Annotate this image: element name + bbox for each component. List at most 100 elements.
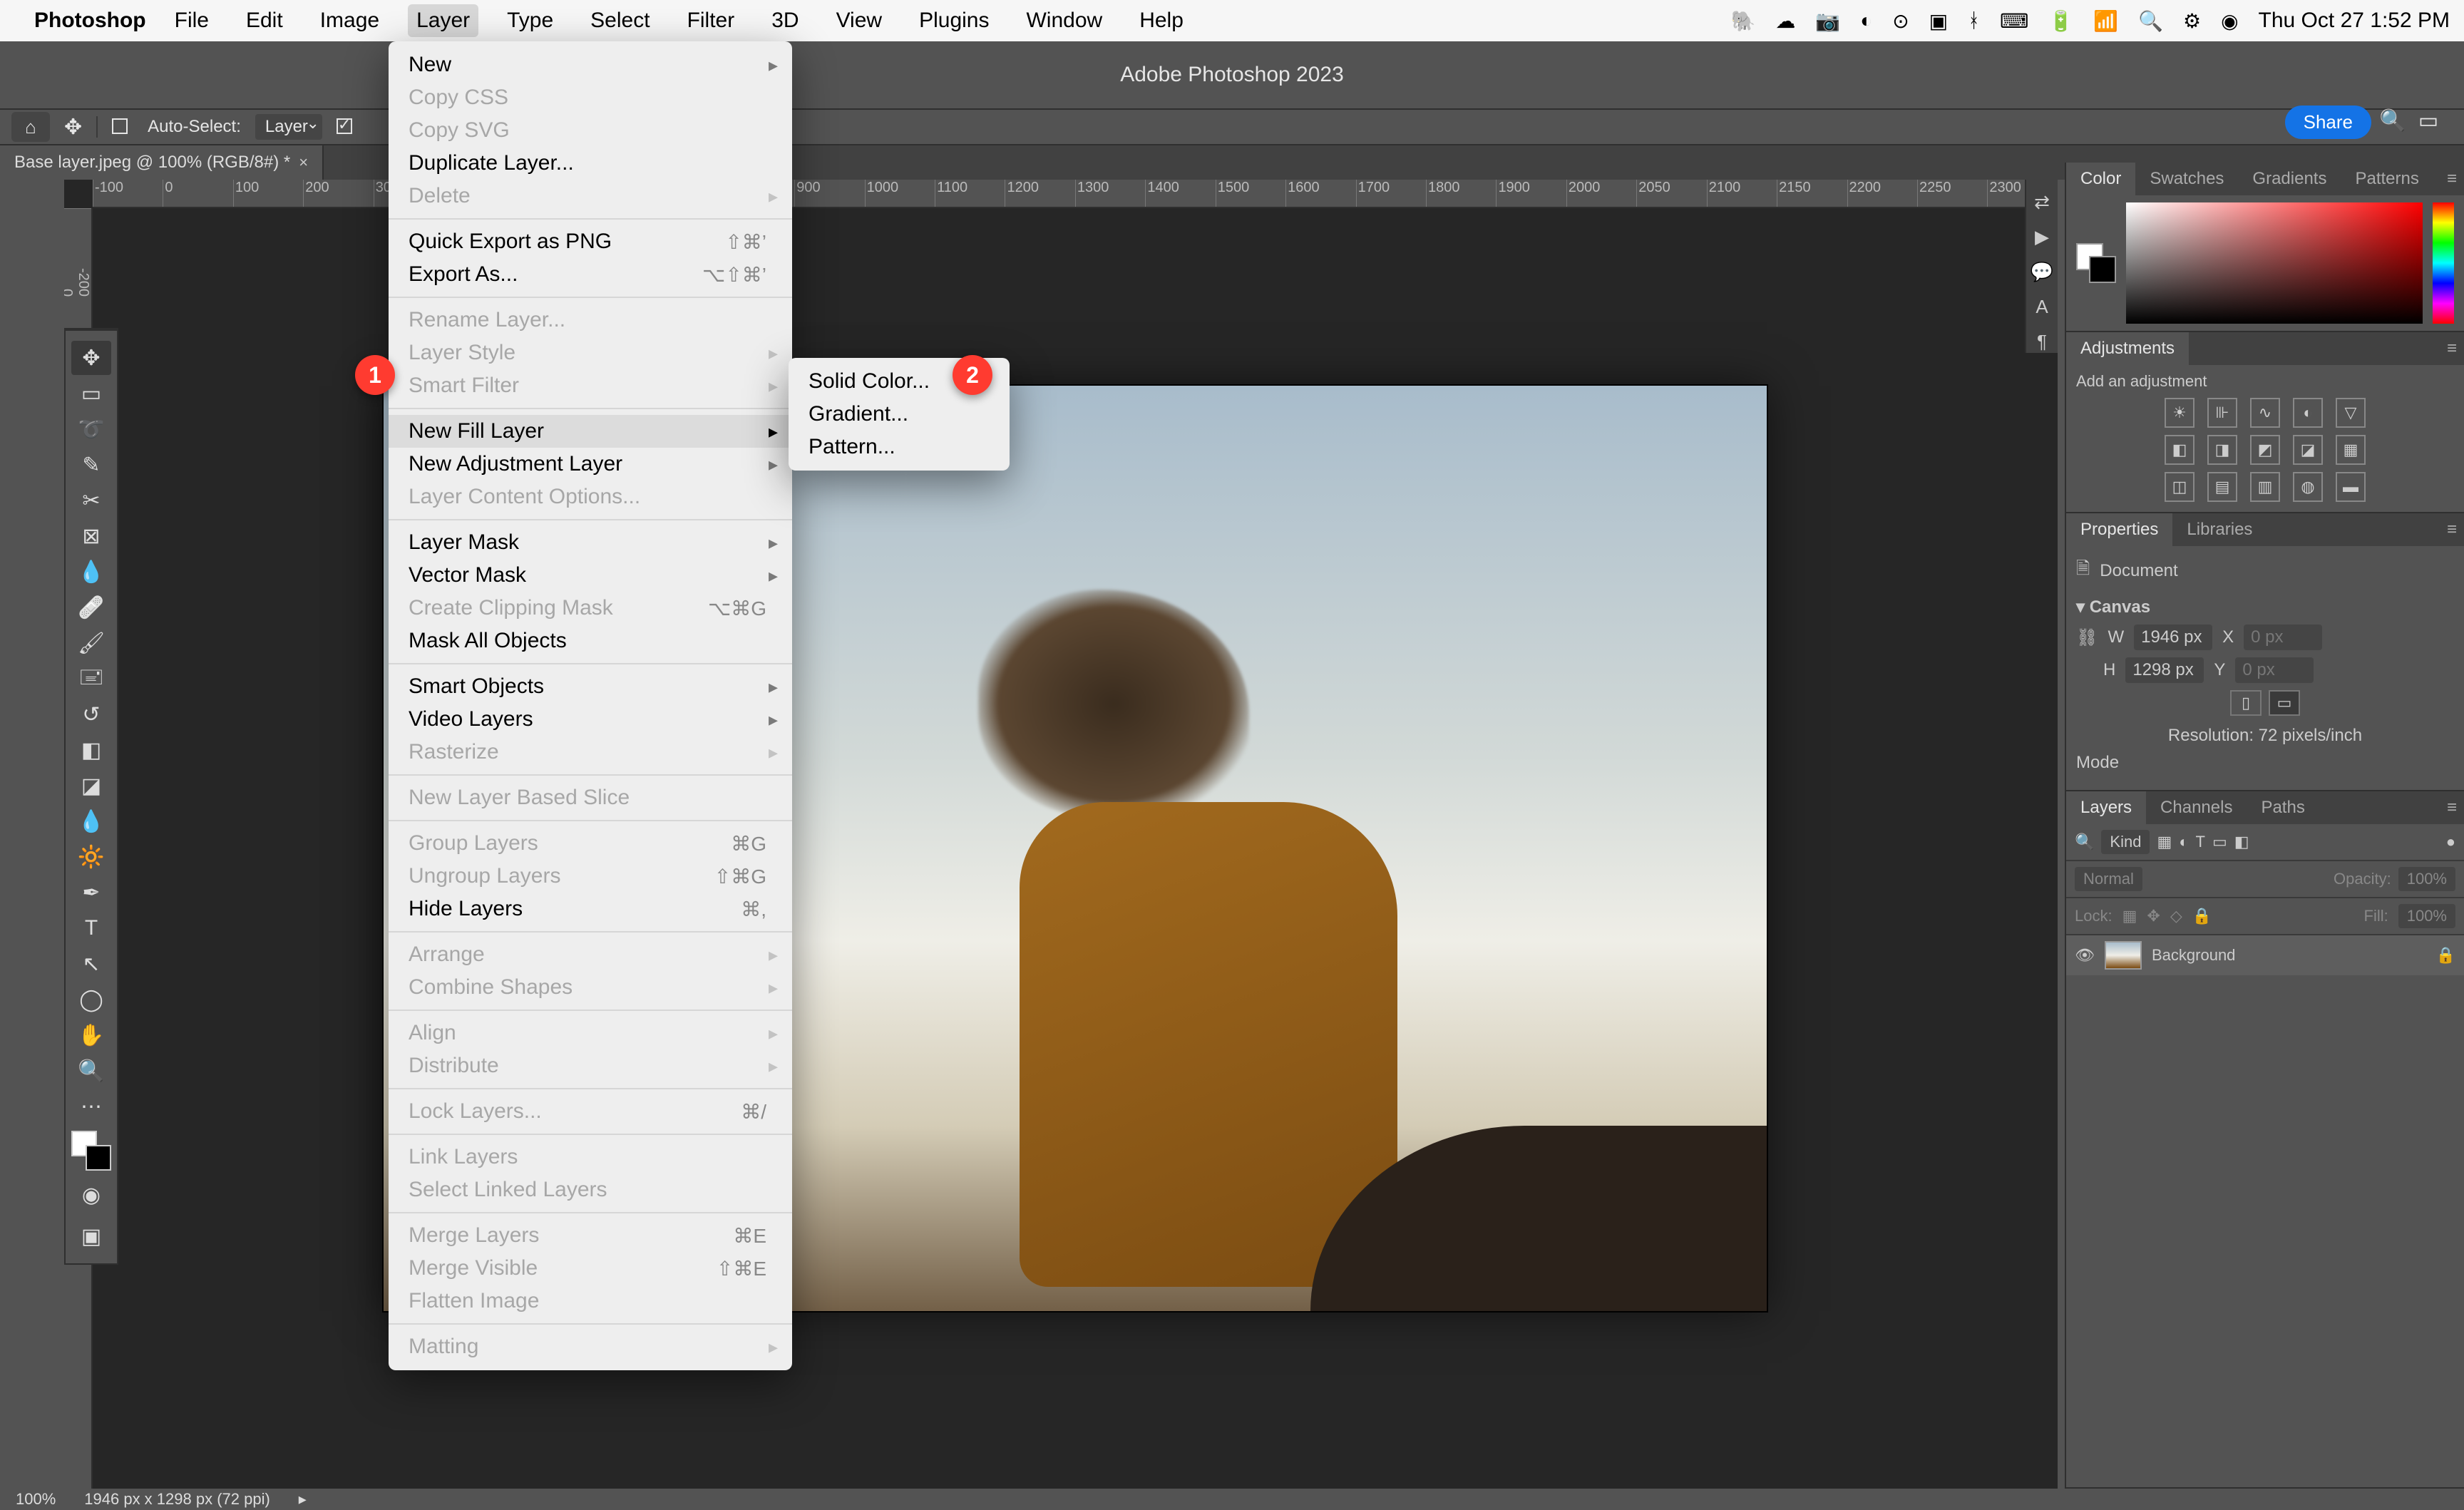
menu-layer[interactable]: Layer: [408, 4, 478, 37]
shape-tool[interactable]: ◯: [71, 982, 111, 1017]
filter-pixel-icon[interactable]: ▦: [2157, 833, 2172, 851]
adj-brightness-icon[interactable]: ☀: [2165, 398, 2194, 428]
layer-lock-icon[interactable]: 🔒: [2436, 946, 2455, 965]
home-button[interactable]: ⌂: [11, 112, 50, 142]
show-transform-checkbox[interactable]: [337, 117, 358, 137]
workspace-switcher-icon[interactable]: ▭: [2414, 108, 2443, 133]
brush-tool[interactable]: 🖌︎: [71, 626, 111, 660]
adj-threshold-icon[interactable]: ▥: [2250, 472, 2280, 502]
layer-visibility-icon[interactable]: 👁: [2075, 946, 2095, 965]
filter-adjust-icon[interactable]: ◐: [2179, 833, 2188, 851]
menu-plugins[interactable]: Plugins: [910, 4, 997, 37]
app-name[interactable]: Photoshop: [34, 9, 146, 33]
zoom-tool[interactable]: 🔍: [71, 1054, 111, 1088]
quick-mask-toggle[interactable]: ◉: [71, 1178, 111, 1212]
adj-hue-icon[interactable]: ◧: [2165, 435, 2194, 465]
bluetooth-icon[interactable]: ᚼ: [1968, 9, 1980, 32]
submenu-item-gradient[interactable]: Gradient...: [789, 398, 1010, 431]
menu-item-smart-objects[interactable]: Smart Objects: [389, 670, 792, 703]
auto-select-checkbox[interactable]: [112, 117, 133, 137]
menu-window[interactable]: Window: [1017, 4, 1111, 37]
doc-tab-0[interactable]: Base layer.jpeg @ 100% (RGB/8#) * ×: [0, 145, 324, 180]
panel-menu-icon[interactable]: ≡: [2447, 520, 2464, 540]
canvas-viewport[interactable]: [93, 208, 2058, 1489]
adj-invert-icon[interactable]: ◫: [2165, 472, 2194, 502]
keyboard-icon[interactable]: ⌨︎: [2000, 9, 2028, 33]
adj-color-lookup-icon[interactable]: ▦: [2336, 435, 2366, 465]
panel-tab-color[interactable]: Color: [2066, 163, 2135, 195]
status-icon-2[interactable]: ☁︎: [1775, 9, 1795, 33]
eraser-tool[interactable]: ◧: [71, 733, 111, 767]
panel-tab-libraries[interactable]: Libraries: [2172, 513, 2267, 546]
lock-pixels-icon[interactable]: ▦: [2122, 907, 2137, 925]
status-icon-1[interactable]: 🐘: [1731, 9, 1756, 33]
menu-item-hide-layers[interactable]: Hide Layers⌘,: [389, 893, 792, 925]
panel-menu-icon[interactable]: ≡: [2447, 339, 2464, 359]
layer-thumbnail[interactable]: [2105, 941, 2142, 970]
menu-item-duplicate-layer[interactable]: Duplicate Layer...: [389, 147, 792, 180]
pen-tool[interactable]: ✒︎: [71, 875, 111, 910]
filter-type-icon[interactable]: T: [2196, 833, 2205, 851]
adj-selective-color-icon[interactable]: ◍: [2293, 472, 2323, 502]
panel-tab-layers[interactable]: Layers: [2066, 791, 2146, 824]
status-icon-3[interactable]: 📷: [1815, 9, 1840, 33]
filter-smart-icon[interactable]: ◧: [2234, 833, 2249, 851]
menu-item-video-layers[interactable]: Video Layers: [389, 703, 792, 736]
screen-mode-toggle[interactable]: ▣: [71, 1219, 111, 1253]
layer-name[interactable]: Background: [2152, 946, 2235, 965]
path-select-tool[interactable]: ↖︎: [71, 947, 111, 981]
blend-mode-dropdown[interactable]: Normal: [2075, 867, 2142, 891]
frame-tool[interactable]: ⊠: [71, 519, 111, 553]
panel-tab-channels[interactable]: Channels: [2146, 791, 2247, 824]
menu-file[interactable]: File: [166, 4, 217, 37]
type-tool[interactable]: T: [71, 911, 111, 945]
gradient-tool[interactable]: ◪: [71, 769, 111, 803]
panel-tab-properties[interactable]: Properties: [2066, 513, 2172, 546]
dock-icon-1[interactable]: ⇄: [2034, 191, 2050, 213]
panel-menu-icon[interactable]: ≡: [2447, 798, 2464, 818]
filter-search-icon[interactable]: 🔍: [2075, 833, 2094, 851]
spotlight-icon[interactable]: 🔍: [2138, 9, 2163, 33]
panel-tab-gradients[interactable]: Gradients: [2238, 163, 2341, 195]
status-icon-5[interactable]: ⊙: [1892, 9, 1909, 33]
dock-icon-3[interactable]: 💬: [2031, 261, 2053, 283]
doc-info[interactable]: 1946 px x 1298 px (72 ppi): [84, 1490, 270, 1509]
menu-item-new[interactable]: New: [389, 48, 792, 81]
fill-value[interactable]: 100%: [2398, 904, 2455, 928]
menu-item-new-fill-layer[interactable]: New Fill Layer: [389, 415, 792, 448]
zoom-level[interactable]: 100%: [16, 1490, 56, 1509]
close-tab-icon[interactable]: ×: [299, 153, 308, 172]
doc-info-arrow-icon[interactable]: ▸: [299, 1490, 307, 1509]
menu-item-export-as[interactable]: Export As...⌥⇧⌘’: [389, 258, 792, 291]
adj-curves-icon[interactable]: ∿: [2250, 398, 2280, 428]
layer-row[interactable]: 👁 Background 🔒: [2066, 935, 2464, 975]
color-panel-fgbg[interactable]: [2076, 243, 2116, 283]
submenu-item-pattern[interactable]: Pattern...: [789, 431, 1010, 463]
quick-select-tool[interactable]: ✎: [71, 448, 111, 482]
panel-tab-patterns[interactable]: Patterns: [2341, 163, 2433, 195]
menu-item-quick-export-as-png[interactable]: Quick Export as PNG⇧⌘’: [389, 225, 792, 258]
blur-tool[interactable]: 💧: [71, 804, 111, 838]
panel-tab-paths[interactable]: Paths: [2247, 791, 2319, 824]
dock-icon-2[interactable]: ▶: [2035, 226, 2049, 248]
foreground-background-swatches[interactable]: [71, 1131, 111, 1171]
clone-stamp-tool[interactable]: 🖃: [71, 662, 111, 696]
adj-bw-icon[interactable]: ◨: [2207, 435, 2237, 465]
menu-help[interactable]: Help: [1131, 4, 1192, 37]
wifi-icon[interactable]: 📶: [2093, 9, 2118, 33]
hand-tool[interactable]: ✋: [71, 1018, 111, 1052]
adj-posterize-icon[interactable]: ▤: [2207, 472, 2237, 502]
adj-photo-filter-icon[interactable]: ◩: [2250, 435, 2280, 465]
marquee-tool[interactable]: ▭: [71, 376, 111, 411]
menu-image[interactable]: Image: [312, 4, 388, 37]
panel-tab-swatches[interactable]: Swatches: [2135, 163, 2238, 195]
move-tool[interactable]: ✥: [71, 341, 111, 375]
auto-select-target-dropdown[interactable]: Layer: [255, 114, 322, 140]
menu-3d[interactable]: 3D: [763, 4, 807, 37]
menu-type[interactable]: Type: [498, 4, 562, 37]
panel-tab-adjustments[interactable]: Adjustments: [2066, 332, 2189, 365]
siri-icon[interactable]: ◉: [2221, 9, 2238, 33]
opacity-value[interactable]: 100%: [2398, 867, 2455, 891]
orientation-landscape[interactable]: ▭: [2269, 690, 2300, 716]
filter-kind-dropdown[interactable]: Kind: [2101, 830, 2150, 854]
